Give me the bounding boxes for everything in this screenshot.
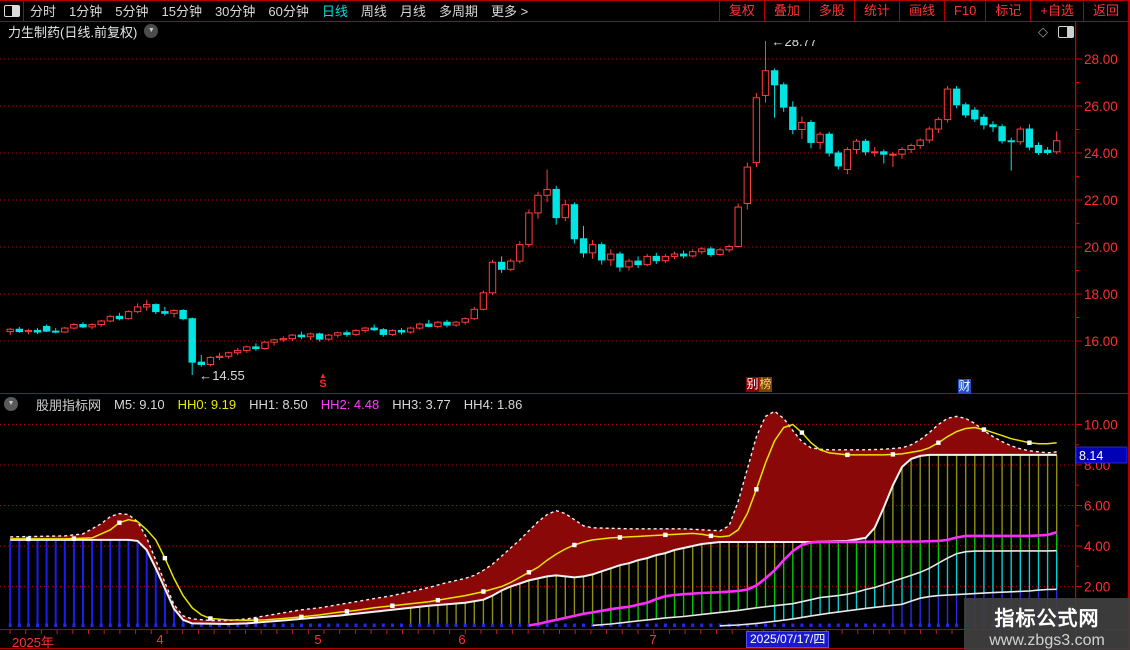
window-layout-button[interactable] bbox=[0, 0, 24, 21]
date-label-1: 4 bbox=[156, 632, 163, 647]
svg-text:18.00: 18.00 bbox=[1084, 287, 1118, 302]
candlestick-chart[interactable]: ←28.77 ←14.55 bbox=[0, 40, 1075, 392]
ranking-badge-char-0: 别 bbox=[746, 377, 759, 392]
indicator-source-label: 股朋指标网 bbox=[36, 395, 101, 414]
period-tab-6[interactable]: 日线 bbox=[322, 1, 348, 20]
tool-button-2[interactable]: 多股 bbox=[809, 0, 854, 21]
indicator-value-1: HH0: 9.19 bbox=[178, 397, 237, 412]
indicator-chart[interactable] bbox=[0, 393, 1075, 629]
window-bottom-border bbox=[0, 648, 1130, 649]
tool-button-0[interactable]: 复权 bbox=[719, 0, 764, 21]
site-watermark: 指标公式网 www.zbgs3.com bbox=[964, 598, 1130, 650]
title-collapse-button[interactable]: ▼ bbox=[144, 24, 158, 38]
tool-button-7[interactable]: +自选 bbox=[1030, 0, 1083, 21]
price-axis: 28.00 26.00 24.00 22.00 20.00 18.00 16.00 10.00… bbox=[1075, 22, 1130, 650]
period-tab-1[interactable]: 1分钟 bbox=[69, 1, 102, 20]
indicator-value-0: M5: 9.10 bbox=[114, 397, 165, 412]
svg-text:28.00: 28.00 bbox=[1084, 52, 1118, 67]
window-layout-icon bbox=[4, 5, 20, 17]
indicator-collapse-button[interactable]: ▼ bbox=[4, 397, 18, 411]
indicator-value-3: HH2: 4.48 bbox=[321, 397, 380, 412]
svg-text:8.14: 8.14 bbox=[1079, 449, 1103, 463]
period-tab-4[interactable]: 30分钟 bbox=[215, 1, 255, 20]
period-tab-0[interactable]: 分时 bbox=[30, 1, 56, 20]
svg-text:6.00: 6.00 bbox=[1084, 499, 1110, 514]
svg-text:10.00: 10.00 bbox=[1084, 418, 1118, 433]
svg-text:4.00: 4.00 bbox=[1084, 539, 1110, 554]
svg-text:2.00: 2.00 bbox=[1084, 580, 1110, 595]
panel-toggle-icon bbox=[1058, 26, 1074, 38]
tool-button-1[interactable]: 叠加 bbox=[764, 0, 809, 21]
period-tab-7[interactable]: 周线 bbox=[361, 1, 387, 20]
tool-button-6[interactable]: 标记 bbox=[985, 0, 1030, 21]
indicator-value-2: HH1: 8.50 bbox=[249, 397, 308, 412]
period-tab-3[interactable]: 15分钟 bbox=[161, 1, 201, 20]
period-tab-9[interactable]: 多周期 bbox=[439, 1, 478, 20]
svg-text:24.00: 24.00 bbox=[1084, 146, 1118, 161]
svg-text:←28.77: ←28.77 bbox=[772, 40, 818, 49]
period-tab-10[interactable]: 更多 > bbox=[491, 1, 528, 20]
period-tab-5[interactable]: 60分钟 bbox=[268, 1, 308, 20]
svg-text:22.00: 22.00 bbox=[1084, 193, 1118, 208]
tool-button-4[interactable]: 画线 bbox=[899, 0, 944, 21]
toolbar-divider bbox=[0, 21, 1130, 22]
ranking-badge[interactable]: 别榜 bbox=[746, 377, 772, 392]
watermark-title: 指标公式网 bbox=[964, 602, 1130, 631]
chevron-down-icon: ▼ bbox=[148, 26, 155, 35]
indicator-header: ▼ 股朋指标网 M5: 9.10 HH0: 9.19 HH1: 8.50 HH2: 4… bbox=[4, 396, 522, 412]
panel-toggle-button[interactable] bbox=[1058, 26, 1074, 38]
selected-date-badge: 2025/07/17/四 bbox=[746, 631, 829, 648]
period-tab-8[interactable]: 月线 bbox=[400, 1, 426, 20]
date-label-2: 5 bbox=[314, 632, 321, 647]
chevron-down-icon: ▼ bbox=[8, 399, 15, 408]
period-tab-2[interactable]: 5分钟 bbox=[115, 1, 148, 20]
indicator-value-5: HH4: 1.86 bbox=[464, 397, 523, 412]
date-axis: 2025年45678 bbox=[0, 630, 1130, 649]
financial-report-badge[interactable]: 财 bbox=[958, 377, 971, 395]
trading-terminal-window: 分时 1分钟 5分钟 15分钟 30分钟 60分钟日线周线月线多周期更多 > 复权叠加多股… bbox=[0, 0, 1130, 650]
tools-toolbar: 复权叠加多股统计画线F10标记+自选返回 bbox=[719, 0, 1128, 21]
svg-text:16.00: 16.00 bbox=[1084, 334, 1118, 349]
financial-report-badge-char: 财 bbox=[958, 379, 971, 394]
date-label-3: 6 bbox=[458, 632, 465, 647]
svg-text:←14.55: ←14.55 bbox=[199, 368, 245, 383]
date-ticks bbox=[0, 630, 1130, 649]
tool-button-5[interactable]: F10 bbox=[944, 0, 985, 21]
date-label-4: 7 bbox=[649, 632, 656, 647]
watermark-url: www.zbgs3.com bbox=[964, 632, 1130, 650]
dividend-marker[interactable]: ▲ S bbox=[316, 372, 330, 389]
tool-button-3[interactable]: 统计 bbox=[854, 0, 899, 21]
ranking-badge-char-1: 榜 bbox=[759, 377, 772, 392]
indicator-value-4: HH3: 3.77 bbox=[392, 397, 451, 412]
page-title: 力生制药(日线.前复权) bbox=[8, 22, 137, 41]
svg-text:26.00: 26.00 bbox=[1084, 99, 1118, 114]
diamond-icon[interactable]: ◇ bbox=[1038, 24, 1048, 40]
period-toolbar: 分时 1分钟 5分钟 15分钟 30分钟 60分钟日线周线月线多周期更多 > bbox=[30, 0, 528, 21]
svg-text:20.00: 20.00 bbox=[1084, 240, 1118, 255]
tool-button-8[interactable]: 返回 bbox=[1083, 0, 1128, 21]
